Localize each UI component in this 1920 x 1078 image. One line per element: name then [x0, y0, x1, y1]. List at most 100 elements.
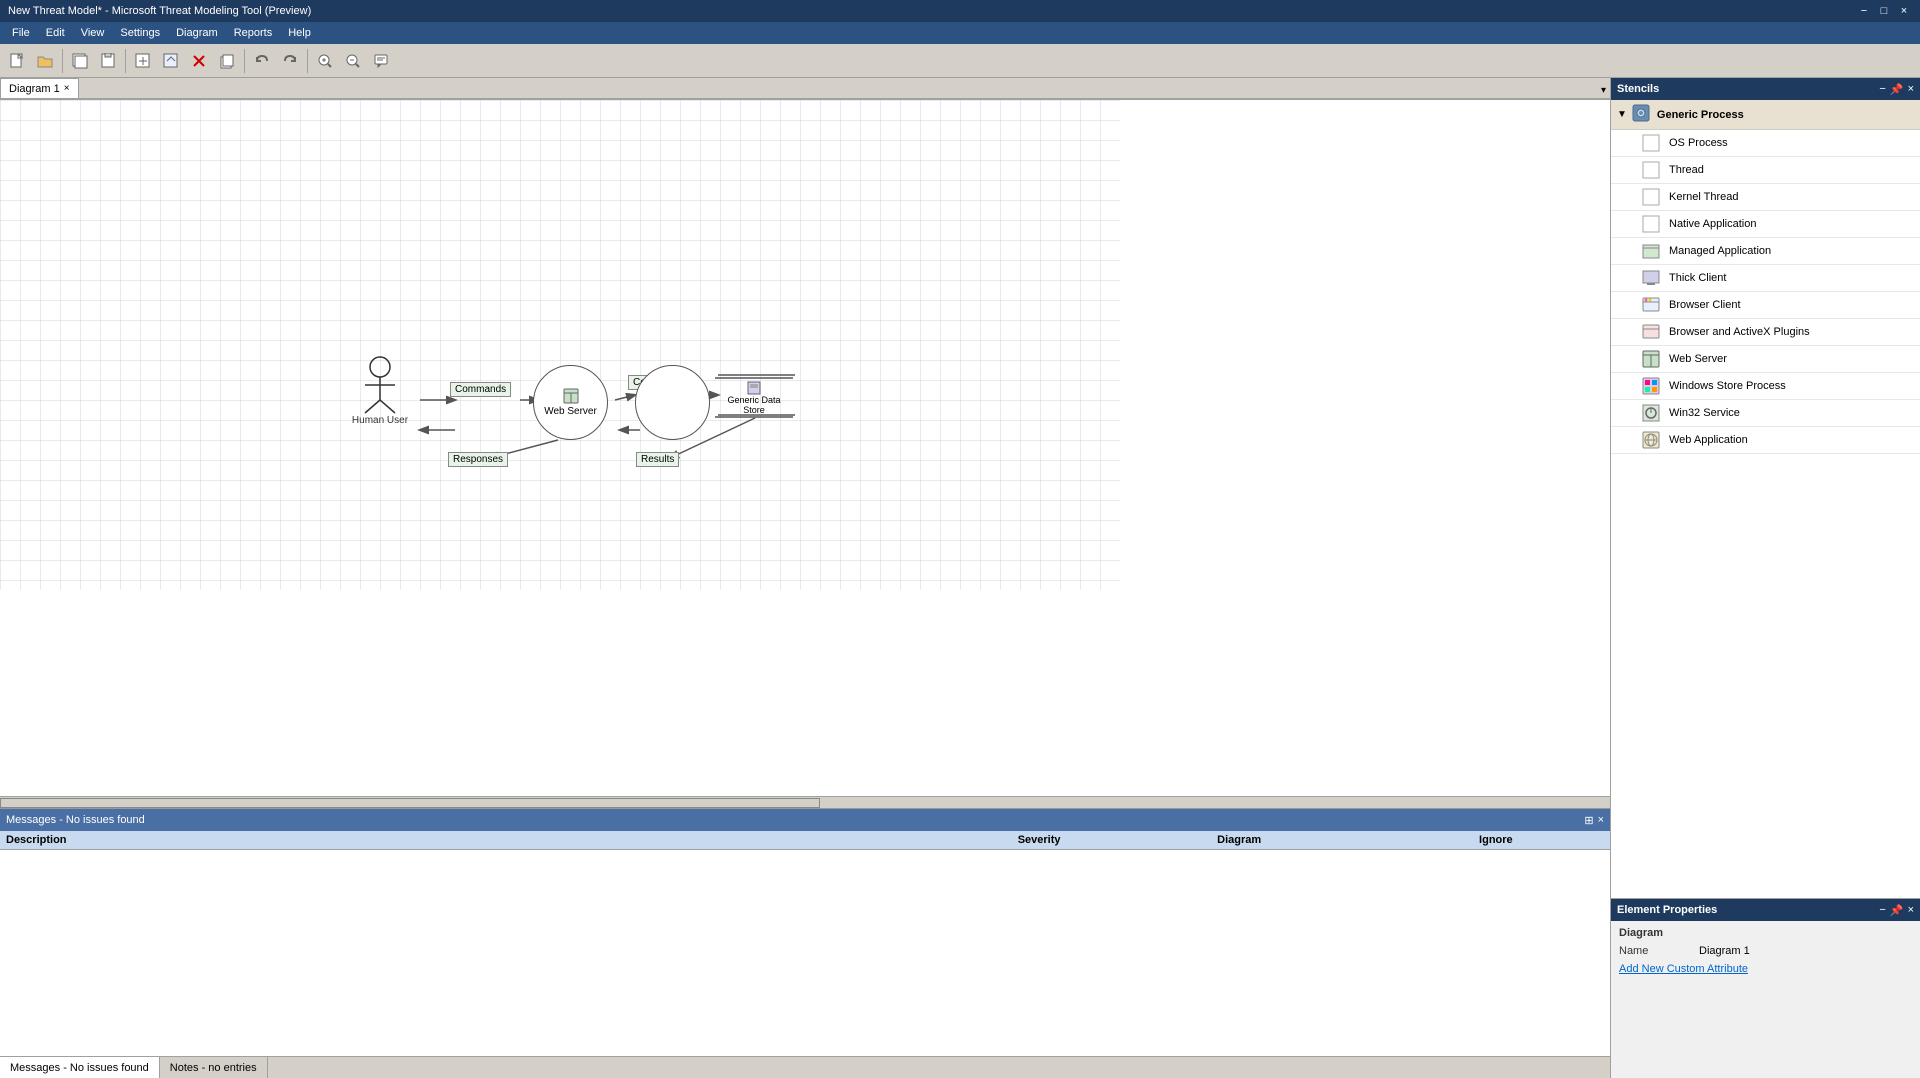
new-button[interactable] — [4, 48, 30, 74]
human-user-label: Human User — [340, 415, 420, 426]
menu-settings[interactable]: Settings — [112, 22, 168, 44]
stencil-item-thread[interactable]: Thread — [1611, 157, 1920, 184]
stencil-item-thick-client[interactable]: Thick Client — [1611, 265, 1920, 292]
stencil-icon-browser-client — [1641, 295, 1661, 315]
toolbar — [0, 44, 1920, 78]
ep-collapse-button[interactable]: − — [1879, 904, 1885, 917]
element-properties-header: Element Properties − 📌 × — [1611, 899, 1920, 921]
messages-close-button[interactable]: × — [1598, 814, 1604, 827]
tab-notes[interactable]: Notes - no entries — [160, 1057, 268, 1078]
minimize-button[interactable]: − — [1856, 4, 1872, 18]
stencil-icon-kernel-thread — [1641, 187, 1661, 207]
ep-pin-button[interactable]: 📌 — [1890, 904, 1904, 917]
window-controls: − □ × — [1856, 4, 1912, 18]
stencil-icon-native-app — [1641, 214, 1661, 234]
new-diagram-button[interactable] — [130, 48, 156, 74]
copy-button[interactable] — [214, 48, 240, 74]
menu-diagram[interactable]: Diagram — [168, 22, 226, 44]
stencils-pin-button[interactable]: 📌 — [1890, 83, 1904, 96]
stencils-collapse-button[interactable]: − — [1879, 83, 1885, 96]
human-user-element[interactable]: Human User — [340, 355, 420, 426]
stencil-item-kernel-thread[interactable]: Kernel Thread — [1611, 184, 1920, 211]
stencil-category-generic-process[interactable]: ▼ Generic Process — [1611, 100, 1920, 130]
ep-close-button[interactable]: × — [1908, 904, 1914, 917]
bottom-tabs: Messages - No issues found Notes - no en… — [0, 1056, 1610, 1078]
diagram-canvas[interactable]: Human User Commands Web Server — [0, 100, 1120, 590]
col-severity: Severity — [1012, 831, 1211, 849]
stencil-label-managed-app: Managed Application — [1669, 245, 1771, 257]
stencil-label-browser-client: Browser Client — [1669, 299, 1741, 311]
menu-bar: File Edit View Settings Diagram Reports … — [0, 22, 1920, 44]
responses-label[interactable]: Responses — [448, 452, 508, 467]
stencils-close-button[interactable]: × — [1908, 83, 1914, 96]
stencil-item-managed-app[interactable]: Managed Application — [1611, 238, 1920, 265]
stencil-label-os-process: OS Process — [1669, 137, 1728, 149]
web-server-label: Web Server — [544, 406, 597, 417]
right-panel: Stencils − 📌 × ▼ Generic Process — [1610, 78, 1920, 1078]
messages-pin-button[interactable]: ⊞ — [1584, 814, 1593, 827]
element-properties-body: Diagram Name Diagram 1 Add New Custom At… — [1611, 921, 1920, 981]
center-area: Diagram 1 × ▾ — [0, 78, 1610, 1078]
messages-controls: ⊞ × — [1584, 814, 1604, 827]
data-store-label: Generic DataStore — [727, 395, 780, 415]
category-arrow-icon: ▼ — [1617, 109, 1627, 120]
open-button[interactable] — [32, 48, 58, 74]
prop-add-attribute[interactable]: Add New Custom Attribute — [1619, 961, 1912, 975]
stencil-icon-activex — [1641, 322, 1661, 342]
stencil-item-native-app[interactable]: Native Application — [1611, 211, 1920, 238]
stencil-icon-win32 — [1641, 403, 1661, 423]
messages-table: Description Severity Diagram Ignore — [0, 831, 1610, 1056]
stencil-item-activex[interactable]: Browser and ActiveX Plugins — [1611, 319, 1920, 346]
messages-table-header: Description Severity Diagram Ignore — [0, 831, 1610, 850]
undo-button[interactable] — [249, 48, 275, 74]
stencil-label-native-app: Native Application — [1669, 218, 1756, 230]
stencil-item-os-process[interactable]: OS Process — [1611, 130, 1920, 157]
tab-messages[interactable]: Messages - No issues found — [0, 1057, 160, 1078]
data-store-element[interactable]: Generic DataStore — [715, 370, 793, 425]
menu-edit[interactable]: Edit — [38, 22, 73, 44]
canvas-wrapper[interactable]: Human User Commands Web Server — [0, 100, 1610, 808]
prop-section-diagram: Diagram — [1619, 927, 1912, 939]
tab-scroll-arrow[interactable]: ▾ — [1597, 83, 1610, 98]
app-title: New Threat Model* - Microsoft Threat Mod… — [8, 5, 1856, 17]
commands-label[interactable]: Commands — [450, 382, 511, 397]
stencil-item-web-server[interactable]: Web Server — [1611, 346, 1920, 373]
tab-diagram1[interactable]: Diagram 1 × — [0, 78, 79, 98]
redo-button[interactable] — [277, 48, 303, 74]
stencil-icon-web-app — [1641, 430, 1661, 450]
stencils-header: Stencils − 📌 × — [1611, 78, 1920, 100]
configuration-process-element[interactable] — [635, 365, 710, 440]
web-server-element[interactable]: Web Server — [533, 365, 608, 440]
zoom-in-button[interactable] — [312, 48, 338, 74]
stencil-label-windows-store: Windows Store Process — [1669, 380, 1786, 392]
stencil-icon-windows-store — [1641, 376, 1661, 396]
results-label[interactable]: Results — [636, 452, 679, 467]
col-description: Description — [0, 831, 1012, 849]
messages-header: Messages - No issues found ⊞ × — [0, 809, 1610, 831]
stencil-item-windows-store[interactable]: Windows Store Process — [1611, 373, 1920, 400]
stencils-list: ▼ Generic Process OS Process — [1611, 100, 1920, 898]
messages-title: Messages - No issues found — [6, 814, 145, 826]
stencil-item-web-app[interactable]: Web Application — [1611, 427, 1920, 454]
menu-reports[interactable]: Reports — [226, 22, 281, 44]
element-properties-panel: Element Properties − 📌 × Diagram Name Di… — [1611, 898, 1920, 1078]
stencil-icon-web-server — [1641, 349, 1661, 369]
main-layout: Diagram 1 × ▾ — [0, 78, 1920, 1078]
maximize-button[interactable]: □ — [1876, 4, 1892, 18]
category-icon — [1631, 103, 1651, 126]
menu-file[interactable]: File — [4, 22, 38, 44]
zoom-out-button[interactable] — [340, 48, 366, 74]
comment-button[interactable] — [368, 48, 394, 74]
delete-button[interactable] — [186, 48, 212, 74]
paste-stencil-button[interactable] — [95, 48, 121, 74]
open-diagram-button[interactable] — [158, 48, 184, 74]
stencil-item-win32[interactable]: Win32 Service — [1611, 400, 1920, 427]
copy-stencil-button[interactable] — [67, 48, 93, 74]
menu-help[interactable]: Help — [280, 22, 319, 44]
tab-close-icon[interactable]: × — [64, 83, 70, 94]
menu-view[interactable]: View — [73, 22, 113, 44]
h-scrollbar[interactable] — [0, 796, 1610, 808]
add-custom-attribute-link[interactable]: Add New Custom Attribute — [1619, 963, 1748, 975]
stencil-item-browser-client[interactable]: Browser Client — [1611, 292, 1920, 319]
close-button[interactable]: × — [1896, 4, 1912, 18]
